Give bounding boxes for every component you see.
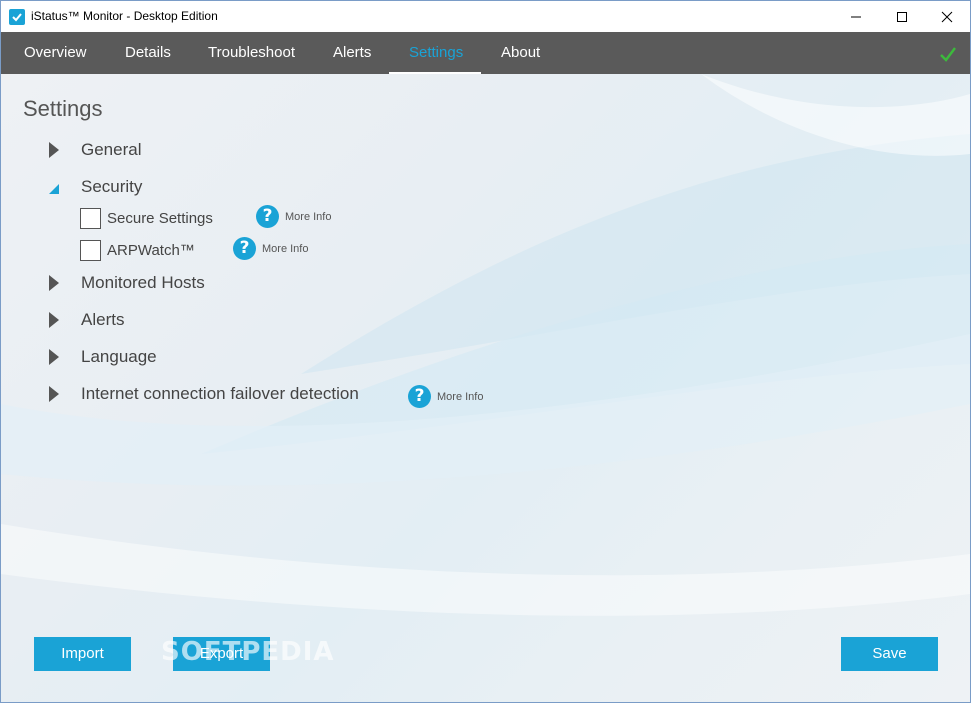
secure-settings-option[interactable]: Secure Settings — [80, 208, 213, 229]
more-info-link[interactable]: More Info — [437, 391, 483, 403]
save-button[interactable]: Save — [841, 637, 938, 671]
checkmark-icon — [940, 47, 956, 62]
tab-troubleshoot[interactable]: Troubleshoot — [208, 32, 295, 74]
arpwatch-checkbox[interactable] — [80, 240, 101, 261]
section-label: Monitored Hosts — [81, 273, 205, 292]
expand-arrow-icon — [49, 275, 59, 291]
section-label: Internet connection failover detection — [81, 384, 359, 403]
help-icon: ? — [256, 205, 279, 228]
settings-panel: Settings General Security Secure Setting… — [1, 74, 970, 702]
section-language[interactable]: Language — [49, 347, 157, 367]
section-security[interactable]: Security — [49, 177, 142, 197]
help-icon: ? — [233, 237, 256, 260]
section-alerts[interactable]: Alerts — [49, 310, 124, 330]
tab-alerts[interactable]: Alerts — [333, 32, 371, 74]
export-button[interactable]: Export — [173, 637, 270, 671]
app-window: iStatus™ Monitor - Desktop Edition Overv… — [0, 0, 971, 703]
collapse-arrow-icon — [49, 184, 59, 194]
tab-details[interactable]: Details — [125, 32, 171, 74]
section-monitored-hosts[interactable]: Monitored Hosts — [49, 273, 205, 293]
secure-settings-more-info[interactable]: ? More Info — [256, 205, 331, 228]
page-title: Settings — [23, 96, 103, 121]
expand-arrow-icon — [49, 142, 59, 158]
import-button[interactable]: Import — [34, 637, 131, 671]
help-icon: ? — [408, 385, 431, 408]
failover-more-info[interactable]: ? More Info — [408, 385, 483, 408]
section-label: General — [81, 140, 142, 159]
maximize-icon — [897, 11, 907, 22]
section-failover-detection[interactable]: Internet connection failover detection — [49, 384, 359, 404]
section-general[interactable]: General — [49, 140, 141, 160]
expand-arrow-icon — [49, 312, 59, 328]
expand-arrow-icon — [49, 349, 59, 365]
more-info-link[interactable]: More Info — [285, 211, 331, 223]
maximize-button[interactable] — [879, 1, 925, 32]
section-label: Security — [81, 177, 143, 196]
window-title: iStatus™ Monitor - Desktop Edition — [31, 9, 218, 23]
title-bar[interactable]: iStatus™ Monitor - Desktop Edition — [1, 1, 970, 32]
section-label: Language — [81, 347, 157, 366]
secure-settings-label: Secure Settings — [107, 210, 213, 227]
section-label: Alerts — [81, 310, 125, 329]
tab-settings[interactable]: Settings — [409, 32, 463, 74]
app-logo-icon — [9, 9, 25, 25]
more-info-link[interactable]: More Info — [262, 243, 308, 255]
tab-overview[interactable]: Overview — [24, 32, 87, 74]
secure-settings-checkbox[interactable] — [80, 208, 101, 229]
minimize-button[interactable] — [833, 1, 879, 32]
arpwatch-label: ARPWatch™ — [107, 242, 195, 259]
minimize-icon — [851, 16, 861, 17]
nav-bar: Overview Details Troubleshoot Alerts Set… — [1, 32, 970, 74]
arpwatch-option[interactable]: ARPWatch™ — [80, 240, 195, 261]
arpwatch-more-info[interactable]: ? More Info — [233, 237, 308, 260]
close-button[interactable] — [924, 1, 970, 32]
expand-arrow-icon — [49, 386, 59, 402]
close-icon — [941, 11, 953, 22]
tab-about[interactable]: About — [501, 32, 540, 74]
